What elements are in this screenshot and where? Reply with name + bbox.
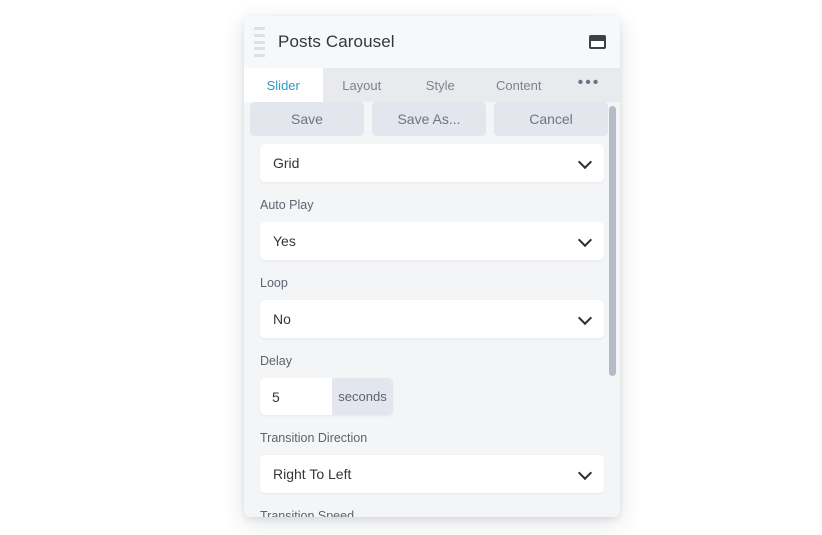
tab-more-options-icon[interactable]: ••• [558,68,620,102]
delay-label: Delay [260,354,292,368]
auto-play-select[interactable]: Yes [260,222,604,260]
transition-direction-value: Right To Left [273,466,352,482]
tab-content[interactable]: Content [479,68,558,102]
save-button[interactable]: Save [250,102,364,136]
loop-label: Loop [260,276,288,290]
field-loop: Loop No [244,276,620,338]
field-transition-direction: Transition Direction Right To Left [244,431,620,493]
auto-play-value: Yes [273,233,296,249]
transition-speed-label: Transition Speed [260,509,355,517]
cancel-button[interactable]: Cancel [494,102,608,136]
save-as-button[interactable]: Save As... [372,102,486,136]
delay-input-group: seconds [260,378,393,415]
field-auto-play: Auto Play Yes [244,198,620,260]
tab-slider[interactable]: Slider [244,68,323,102]
chevron-down-icon [577,232,593,248]
posts-carousel-panel: Posts Carousel Slider Layout Style Conte… [244,16,620,517]
delay-unit-label: seconds [332,378,393,415]
layout-value: Grid [273,155,300,171]
action-bar: Save Save As... Cancel [250,102,608,136]
transition-direction-label: Transition Direction [260,431,368,445]
page-title: Posts Carousel [278,32,395,51]
delay-input[interactable] [260,378,332,415]
scrollbar-thumb[interactable] [609,106,616,376]
field-transition-speed: Transition Speed seconds [244,509,620,517]
loop-select[interactable]: No [260,300,604,338]
auto-play-label: Auto Play [260,198,314,212]
tab-layout[interactable]: Layout [322,68,401,102]
settings-form: Layout Grid Auto Play Yes Loop No [244,102,620,517]
chevron-down-icon [577,154,593,170]
chevron-down-icon [577,310,593,326]
tab-style[interactable]: Style [401,68,480,102]
scrollbar-track[interactable] [609,102,617,517]
drag-handle-icon[interactable] [254,27,266,57]
panel-header: Posts Carousel [244,16,620,68]
chevron-down-icon [577,465,593,481]
transition-direction-select[interactable]: Right To Left [260,455,604,493]
layout-select[interactable]: Grid [260,144,604,182]
panel-body: Save Save As... Cancel Layout Grid Auto … [244,102,620,517]
loop-value: No [273,311,291,327]
tab-bar: Slider Layout Style Content ••• [244,68,620,102]
field-delay: Delay seconds [244,354,620,415]
window-icon[interactable] [589,35,606,49]
